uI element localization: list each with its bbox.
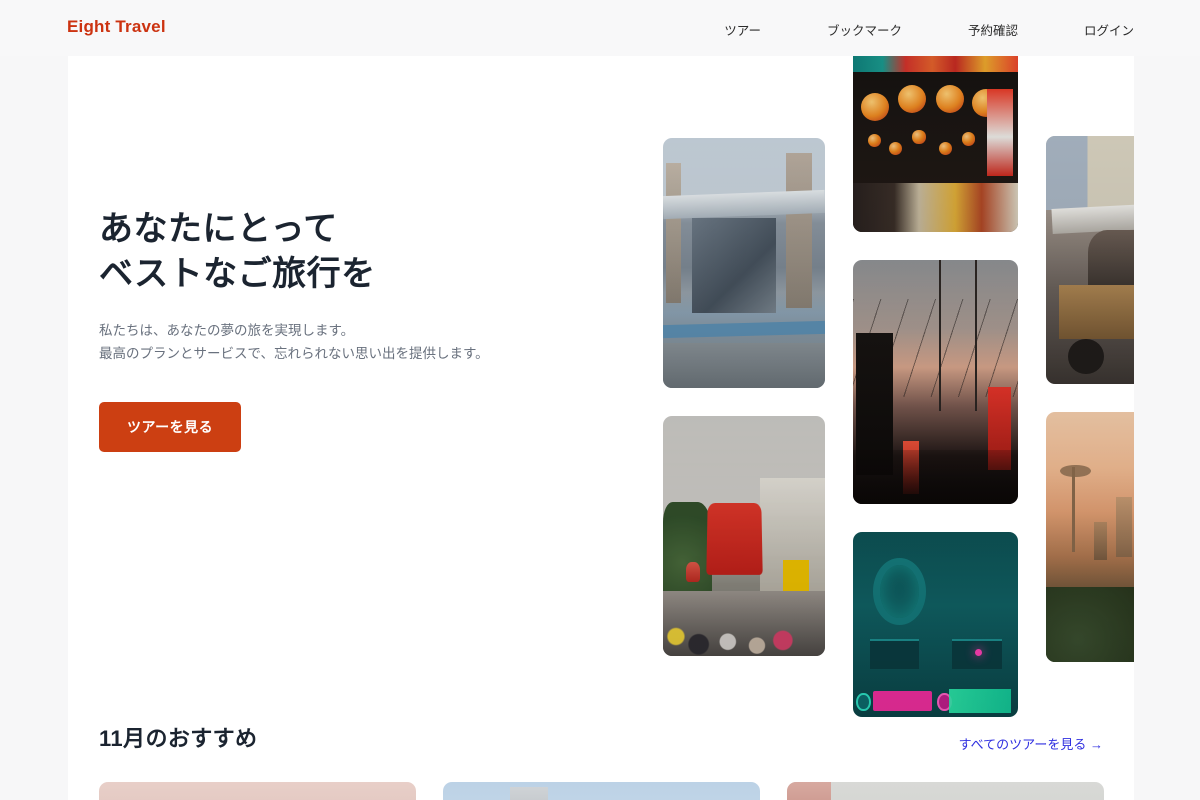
landing-page: Eight Travel ツアー ブックマーク 予約確認 ログイン あなたにとっ… [0,0,1200,800]
content-surface: あなたにとって ベストなご旅行を 私たちは、あなたの夢の旅を実現します。 最高の… [68,56,1134,800]
nav-item-login[interactable]: ログイン [1084,20,1134,39]
collage-column-middle [853,56,1018,717]
nav-item-bookmarks[interactable]: ブックマーク [827,20,902,39]
page-title: あなたにとって ベストなご旅行を [99,207,619,297]
collage-photo-seattle-skyline-sunset[interactable] [1046,412,1134,662]
hero-photo-collage [663,56,1134,700]
hero-section: あなたにとって ベストなご旅行を 私たちは、あなたの夢の旅を実現します。 最高の… [99,207,619,452]
brand-logo[interactable]: Eight Travel [67,17,166,37]
section-title: 11月のおすすめ [99,721,257,753]
collage-photo-chinatown-red-lanterns[interactable] [853,56,1018,232]
arrow-right-icon: → [1090,737,1103,752]
view-tours-button[interactable]: ツアーを見る [99,402,241,452]
recommended-tour-cards [99,782,1104,800]
tour-card-pink-sky[interactable] [99,782,416,800]
collage-photo-crowd-sky-lantern[interactable] [663,416,825,656]
collage-photo-tuk-tuk-driver[interactable] [1046,136,1134,384]
collage-photo-neon-street-at-dusk[interactable] [853,260,1018,504]
tour-card-cathedral[interactable] [443,782,760,800]
collage-photo-tower-bridge-london[interactable] [663,138,825,388]
recommended-section-header: 11月のおすすめ すべてのツアーを見る → [99,721,1103,753]
nav-item-reservation-check[interactable]: 予約確認 [968,20,1018,39]
collage-column-left [663,56,825,656]
collage-column-right [1046,56,1134,662]
collage-photo-teal-korean-storefront[interactable] [853,532,1018,717]
tour-card-alley[interactable] [787,782,1104,800]
view-all-tours-link[interactable]: すべてのツアーを見る → [959,734,1103,753]
main-navigation: ツアー ブックマーク 予約確認 ログイン [724,20,1134,39]
site-header: Eight Travel ツアー ブックマーク 予約確認 ログイン [0,0,1200,56]
hero-subtitle: 私たちは、あなたの夢の旅を実現します。 最高のプランとサービスで、忘れられない思… [99,319,619,366]
nav-item-tours[interactable]: ツアー [724,20,761,39]
view-all-tours-label: すべてのツアーを見る [959,737,1087,752]
